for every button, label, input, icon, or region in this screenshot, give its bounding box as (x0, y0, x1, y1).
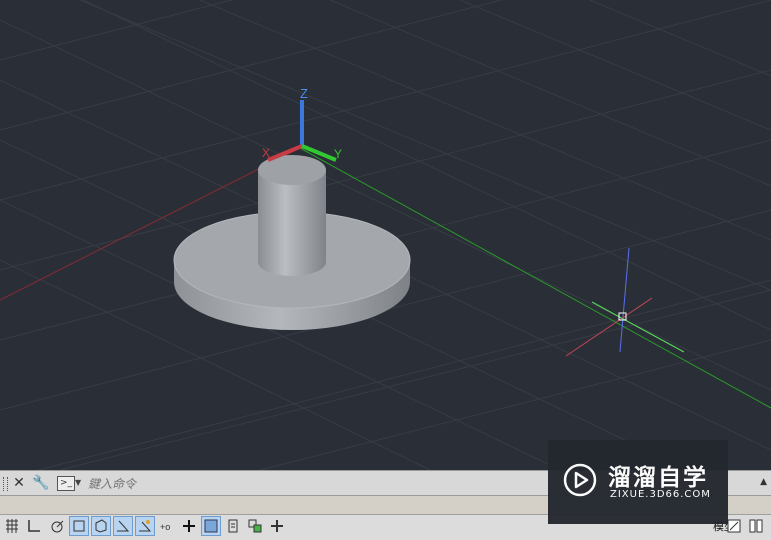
snap-icon[interactable] (24, 516, 44, 536)
wrench-icon[interactable]: 🔧 (32, 474, 50, 492)
command-prompt-icon[interactable]: >_ (57, 476, 75, 491)
3d-osnap-icon[interactable] (91, 516, 111, 536)
layout-icon[interactable] (746, 516, 766, 536)
ducs-icon[interactable] (135, 516, 155, 536)
polar-icon[interactable] (47, 516, 67, 536)
lineweight-icon[interactable] (179, 516, 199, 536)
qp-icon[interactable] (223, 516, 243, 536)
otrack-icon[interactable] (113, 516, 133, 536)
command-line-grip[interactable] (3, 477, 8, 491)
watermark-name: 溜溜自学 (608, 465, 708, 491)
ucs-z-label: Z (300, 86, 308, 101)
model-space-canvas[interactable]: Z X Y (0, 0, 771, 470)
close-icon[interactable]: ✕ (10, 474, 28, 492)
ucs-x-label: X (262, 146, 270, 160)
am-icon[interactable] (267, 516, 287, 536)
svg-text:+o: +o (160, 522, 170, 532)
watermark: 溜溜自学 ZIXUE.3D66.COM (548, 440, 728, 524)
cylinder-solid[interactable] (258, 155, 326, 276)
dyn-icon[interactable]: +o (157, 516, 177, 536)
sc-icon[interactable] (245, 516, 265, 536)
watermark-site: ZIXUE.3D66.COM (610, 489, 711, 500)
osnap-icon[interactable] (69, 516, 89, 536)
ucs-icon[interactable]: Z X Y (262, 86, 342, 162)
ucs-y-label: Y (334, 147, 342, 161)
transparency-icon[interactable] (201, 516, 221, 536)
play-logo-icon (563, 463, 597, 497)
drawing-viewport[interactable]: Z X Y (0, 0, 771, 470)
chevron-down-icon[interactable]: ▼ (75, 478, 81, 487)
chevron-up-icon[interactable]: ▲ (760, 477, 767, 487)
grid-icon[interactable] (2, 516, 22, 536)
